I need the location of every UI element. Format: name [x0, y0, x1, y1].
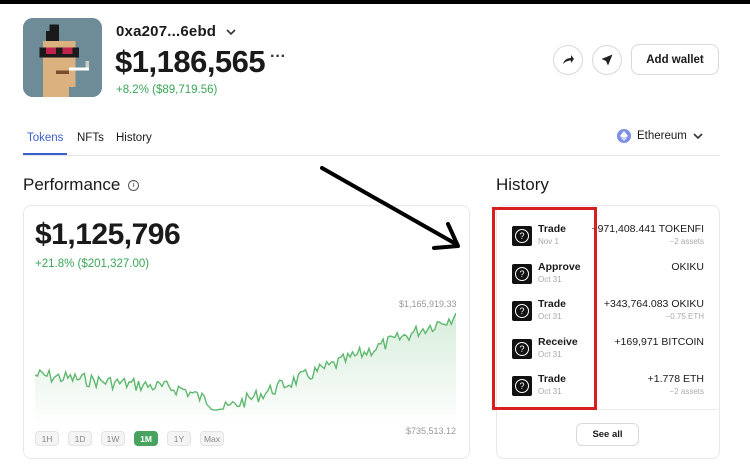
- wallet-name[interactable]: 0xa207...6ebd: [116, 23, 216, 40]
- range-1y[interactable]: 1Y: [167, 431, 191, 446]
- send-button[interactable]: [592, 45, 622, 75]
- history-amount: OKIKU: [671, 261, 704, 273]
- range-1d[interactable]: 1D: [68, 431, 92, 446]
- chevron-down-icon[interactable]: [226, 27, 236, 37]
- network-selector[interactable]: Ethereum: [617, 129, 703, 143]
- chart-min-label: $735,513.12: [406, 426, 457, 436]
- range-1m[interactable]: 1M: [134, 431, 158, 446]
- performance-change: +21.8% ($201,327.00): [35, 258, 150, 270]
- info-icon[interactable]: i: [128, 179, 140, 191]
- history-sub: −2 assets: [669, 387, 704, 396]
- top-border: [0, 0, 750, 4]
- balance-change: +8.2% ($89,719.56): [116, 84, 218, 96]
- total-balance: $1,186,565: [115, 44, 266, 79]
- more-icon[interactable]: ···: [270, 48, 286, 66]
- performance-chart[interactable]: [35, 305, 456, 425]
- history-title: History: [496, 175, 549, 194]
- history-sub: −2 assets: [669, 237, 704, 246]
- history-amount: +343,764.083 OKIKU: [603, 298, 704, 310]
- active-tab-indicator: [23, 153, 67, 155]
- performance-title: Performance: [23, 175, 121, 194]
- see-all-button[interactable]: See all: [576, 423, 639, 446]
- history-sub: −0.75 ETH: [665, 312, 704, 321]
- chevron-down-icon: [693, 133, 703, 140]
- send-icon: [601, 54, 613, 66]
- chart-area: [35, 313, 456, 425]
- history-amount: +971,408.441 TOKENFI: [591, 223, 704, 235]
- red-highlight-box: [492, 207, 597, 410]
- history-amount: +1.778 ETH: [647, 373, 704, 385]
- share-button[interactable]: [553, 45, 583, 75]
- tab-nfts[interactable]: NFTs: [77, 132, 104, 144]
- tab-bar: Tokens NFTs History: [23, 128, 720, 156]
- range-1h[interactable]: 1H: [35, 431, 59, 446]
- range-1w[interactable]: 1W: [101, 431, 125, 446]
- ethereum-icon: [617, 129, 631, 143]
- performance-value: $1,125,796: [35, 218, 181, 251]
- annotation-arrow: [320, 166, 460, 250]
- add-wallet-button[interactable]: Add wallet: [631, 44, 719, 75]
- network-label: Ethereum: [637, 130, 687, 142]
- share-icon: [563, 55, 574, 64]
- tab-tokens[interactable]: Tokens: [27, 132, 63, 144]
- history-amount: +169,971 BITCOIN: [614, 336, 704, 348]
- wallet-avatar: [23, 18, 102, 97]
- tab-history[interactable]: History: [116, 132, 152, 144]
- range-max[interactable]: Max: [200, 431, 224, 446]
- time-range-selector: 1H 1D 1W 1M 1Y Max: [35, 431, 224, 446]
